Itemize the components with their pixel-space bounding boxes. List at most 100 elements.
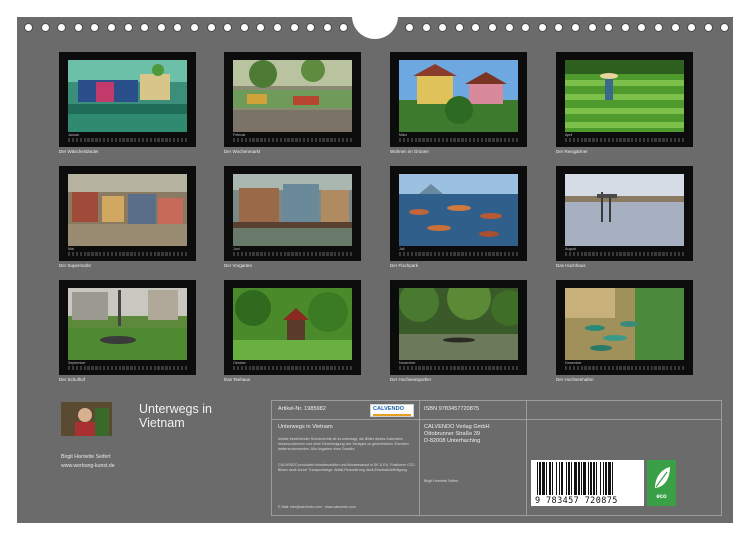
day-cell <box>511 366 515 370</box>
day-cell <box>515 366 519 370</box>
day-cell <box>654 366 657 370</box>
day-cell <box>114 252 117 256</box>
day-cell <box>607 252 611 256</box>
day-cell <box>114 366 117 370</box>
day-cell <box>165 366 168 370</box>
day-cell <box>87 366 90 370</box>
day-cell <box>345 138 349 142</box>
binding-hole <box>454 23 464 32</box>
day-cell <box>233 252 236 256</box>
photo-frame: Juli <box>390 166 527 261</box>
photo-caption: Das Teehaus <box>224 377 251 382</box>
day-cell <box>580 366 583 370</box>
day-cell <box>410 366 413 370</box>
day-cell <box>461 138 464 142</box>
photo-caption: Der Hochseesportler <box>390 377 432 382</box>
barcode-bar <box>552 462 553 495</box>
month-label: Juli <box>399 247 405 251</box>
isbn: ISBN 9783457720875 <box>424 406 480 412</box>
publisher-logo-bar <box>373 414 411 416</box>
day-cell <box>334 252 337 256</box>
day-cell <box>75 252 79 256</box>
day-cell <box>145 366 149 370</box>
day-cell <box>603 252 607 256</box>
barcode-bar <box>556 462 557 495</box>
day-cell <box>134 366 137 370</box>
day-cell <box>126 138 129 142</box>
day-cell <box>334 366 337 370</box>
day-cell <box>457 252 460 256</box>
day-cell <box>399 138 402 142</box>
day-cell <box>476 252 480 256</box>
binding-hole <box>206 23 216 32</box>
day-cell <box>71 138 75 142</box>
day-cell <box>326 366 329 370</box>
day-cell <box>572 366 576 370</box>
day-cell <box>635 252 638 256</box>
barcode: 9 783457 720875 <box>531 460 644 506</box>
day-cell <box>130 366 133 370</box>
day-cell <box>157 138 160 142</box>
day-cell <box>138 366 141 370</box>
photo-school <box>68 288 187 360</box>
day-cell <box>434 252 437 256</box>
photo-frame: Mai <box>59 166 196 261</box>
calendar-strip <box>68 366 188 370</box>
day-cell <box>658 138 661 142</box>
calendar-title: Unterwegs in Vietnam <box>139 402 212 430</box>
day-cell <box>670 138 673 142</box>
barcode-bar <box>549 462 551 495</box>
photo-frame: November <box>390 280 527 375</box>
day-cell <box>338 366 341 370</box>
day-cell <box>141 366 145 370</box>
day-cell <box>461 252 464 256</box>
day-cell <box>638 366 642 370</box>
day-cell <box>576 366 579 370</box>
day-cell <box>306 252 310 256</box>
day-cell <box>646 366 649 370</box>
photo-harbour <box>565 288 684 360</box>
day-cell <box>588 252 591 256</box>
day-cell <box>434 366 437 370</box>
binding-hole <box>73 23 83 32</box>
title-line-2: Vietnam <box>139 416 185 430</box>
day-cell <box>677 138 681 142</box>
day-cell <box>322 366 325 370</box>
day-cell <box>588 138 591 142</box>
day-cell <box>492 366 495 370</box>
day-cell <box>103 252 106 256</box>
photo-river <box>399 288 518 360</box>
binding-hole <box>471 23 481 32</box>
day-cell <box>303 366 306 370</box>
day-cell <box>476 138 480 142</box>
day-cell <box>244 252 247 256</box>
day-cell <box>279 252 282 256</box>
day-cell <box>623 252 626 256</box>
day-cell <box>310 366 314 370</box>
binding-hole <box>521 23 531 32</box>
day-cell <box>268 252 271 256</box>
barcode-bar <box>612 462 613 495</box>
day-cell <box>465 252 468 256</box>
day-cell <box>596 366 599 370</box>
day-cell <box>318 138 321 142</box>
day-cell <box>122 366 125 370</box>
day-cell <box>118 366 121 370</box>
day-cell <box>91 252 94 256</box>
day-cell <box>492 252 495 256</box>
day-cell <box>422 138 425 142</box>
day-cell <box>233 138 236 142</box>
day-cell <box>264 138 267 142</box>
day-cell <box>71 366 75 370</box>
day-cell <box>666 252 669 256</box>
day-cell <box>236 138 240 142</box>
publisher-logo: CALVENDO <box>370 404 414 417</box>
day-cell <box>184 138 188 142</box>
day-cell <box>469 138 472 142</box>
day-cell <box>642 366 646 370</box>
day-cell <box>596 138 599 142</box>
day-cell <box>642 138 646 142</box>
month-tile: Juni Der Vorgarten <box>224 166 361 268</box>
day-cell <box>310 252 314 256</box>
day-cell <box>345 366 349 370</box>
